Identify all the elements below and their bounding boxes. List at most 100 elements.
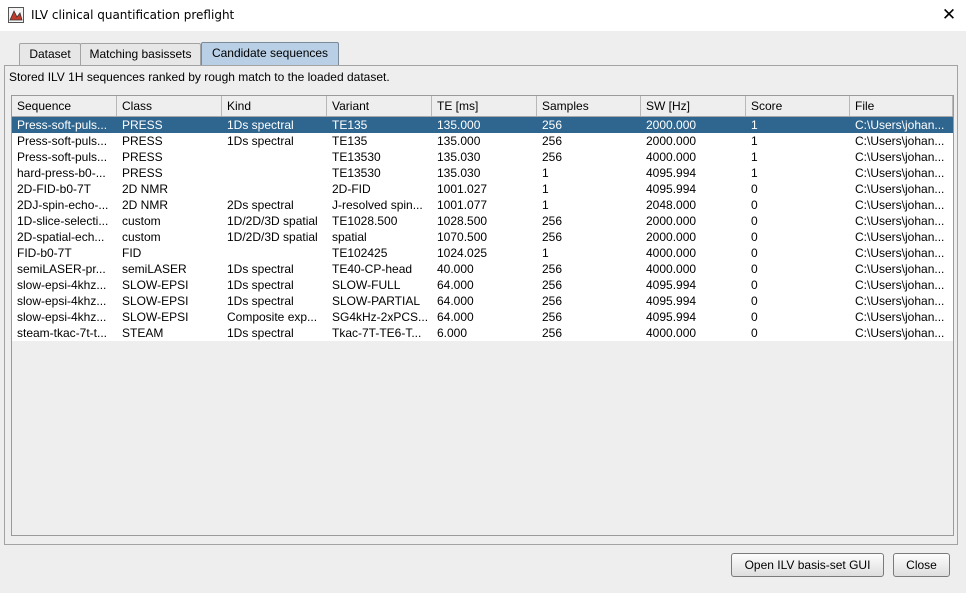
table-row[interactable]: FID-b0-7T FID TE102425 1024.025 1 4000.000 0 C:… xyxy=(12,245,953,261)
table-cell: SLOW-EPSI xyxy=(122,278,189,292)
table-cell: 256 xyxy=(542,214,563,228)
table-row[interactable]: slow-epsi-4khz... SLOW-EPSI Composite exp.… xyxy=(12,309,953,325)
column-header-sw-hz[interactable]: SW [Hz] xyxy=(641,96,746,116)
table-cell: 64.000 xyxy=(437,278,474,292)
table-cell: FID-b0-7T xyxy=(17,246,72,260)
table-cell: C:\Users\johan... xyxy=(855,230,945,244)
table-cell: C:\Users\johan... xyxy=(855,246,945,260)
table-cell: 4000.000 xyxy=(646,246,697,260)
table-cell: 256 xyxy=(542,118,563,132)
table-cell: 4095.994 xyxy=(646,294,697,308)
table-cell: 1 xyxy=(751,134,758,148)
table-cell: slow-epsi-4khz... xyxy=(17,278,107,292)
table-cell: 256 xyxy=(542,262,563,276)
table-row[interactable]: Press-soft-puls... PRESS 1Ds spectral TE135… xyxy=(12,133,953,149)
table-cell: PRESS xyxy=(122,166,163,180)
table-cell: 1024.025 xyxy=(437,246,488,260)
table-cell: 2D-FID-b0-7T xyxy=(17,182,92,196)
table-cell: TE135 xyxy=(332,134,368,148)
column-header-score[interactable]: Score xyxy=(746,96,850,116)
table-cell: PRESS xyxy=(122,150,163,164)
table-cell: 0 xyxy=(751,214,758,228)
close-button[interactable]: Close xyxy=(893,553,950,577)
tab-candidate-sequences[interactable]: Candidate sequences xyxy=(201,42,339,65)
column-header-te-ms[interactable]: TE [ms] xyxy=(432,96,537,116)
table-cell: 135.030 xyxy=(437,150,481,164)
table-cell: 64.000 xyxy=(437,294,474,308)
table-cell: 2000.000 xyxy=(646,134,697,148)
table-cell: 2048.000 xyxy=(646,198,697,212)
table-cell: 4000.000 xyxy=(646,262,697,276)
table-cell: semiLASER xyxy=(122,262,187,276)
table-cell: 2000.000 xyxy=(646,118,697,132)
table-cell: 1Ds spectral xyxy=(227,326,294,340)
table-cell: 1028.500 xyxy=(437,214,488,228)
table-row[interactable]: slow-epsi-4khz... SLOW-EPSI 1Ds spectral SL… xyxy=(12,277,953,293)
table-row[interactable]: 2D-FID-b0-7T 2D NMR 2D-FID 1001.027 1 4095.99… xyxy=(12,181,953,197)
table-cell: hard-press-b0-... xyxy=(17,166,106,180)
table-cell: 256 xyxy=(542,310,563,324)
table-cell: 0 xyxy=(751,198,758,212)
table-cell: 256 xyxy=(542,134,563,148)
open-ilv-basis-set-gui-button[interactable]: Open ILV basis-set GUI xyxy=(731,553,884,577)
table-cell xyxy=(222,149,327,165)
table-cell: 1 xyxy=(751,118,758,132)
table-row[interactable]: steam-tkac-7t-t... STEAM 1Ds spectral Tkac-… xyxy=(12,325,953,341)
table-row[interactable]: hard-press-b0-... PRESS TE13530 135.030 1 409… xyxy=(12,165,953,181)
table-cell: C:\Users\johan... xyxy=(855,214,945,228)
table-cell: C:\Users\johan... xyxy=(855,310,945,324)
table-cell: STEAM xyxy=(122,326,164,340)
table-cell: SLOW-EPSI xyxy=(122,294,189,308)
table-cell: 135.000 xyxy=(437,118,481,132)
table-cell: 64.000 xyxy=(437,310,474,324)
table-cell: TE135 xyxy=(332,118,368,132)
tab-matching-basissets[interactable]: Matching basissets xyxy=(80,43,201,65)
table-cell: 0 xyxy=(751,262,758,276)
close-icon[interactable]: ✕ xyxy=(937,4,961,26)
table-cell: Press-soft-puls... xyxy=(17,118,108,132)
table-cell: J-resolved spin... xyxy=(332,198,423,212)
table-cell: 4095.994 xyxy=(646,310,697,324)
column-header-kind[interactable]: Kind xyxy=(222,96,327,116)
table-row[interactable]: semiLASER-pr... semiLASER 1Ds spectral TE40… xyxy=(12,261,953,277)
table-cell: 135.030 xyxy=(437,166,481,180)
column-header-file[interactable]: File xyxy=(850,96,953,116)
table-row[interactable]: 1D-slice-selecti... custom 1D/2D/3D spatia… xyxy=(12,213,953,229)
table-row[interactable]: Press-soft-puls... PRESS 1Ds spectral TE135… xyxy=(12,117,953,133)
table-cell: slow-epsi-4khz... xyxy=(17,294,107,308)
table-row[interactable]: slow-epsi-4khz... SLOW-EPSI 1Ds spectral SL… xyxy=(12,293,953,309)
table-cell: C:\Users\johan... xyxy=(855,326,945,340)
description-label: Stored ILV 1H sequences ranked by rough … xyxy=(9,70,390,84)
table-cell: 2000.000 xyxy=(646,214,697,228)
table-cell: TE1028.500 xyxy=(332,214,398,228)
table-row[interactable]: Press-soft-puls... PRESS TE13530 135.030 256… xyxy=(12,149,953,165)
table-cell: 1 xyxy=(751,150,758,164)
table-cell xyxy=(222,165,327,181)
table-cell: 2D NMR xyxy=(122,198,169,212)
column-header-sequence[interactable]: Sequence xyxy=(12,96,117,116)
table-row[interactable]: 2D-spatial-ech... custom 1D/2D/3D spatial s… xyxy=(12,229,953,245)
table-cell: 0 xyxy=(751,310,758,324)
table-cell: C:\Users\johan... xyxy=(855,118,945,132)
table-cell: C:\Users\johan... xyxy=(855,166,945,180)
table-cell: Press-soft-puls... xyxy=(17,150,108,164)
column-header-samples[interactable]: Samples xyxy=(537,96,641,116)
table-cell: custom xyxy=(122,214,161,228)
table-cell: 1 xyxy=(542,166,549,180)
table-cell: 256 xyxy=(542,278,563,292)
table-cell: 2000.000 xyxy=(646,230,697,244)
table-cell: 2Ds spectral xyxy=(227,198,294,212)
table-cell: C:\Users\johan... xyxy=(855,134,945,148)
table-cell: 0 xyxy=(751,326,758,340)
table-cell: C:\Users\johan... xyxy=(855,182,945,196)
table-cell: C:\Users\johan... xyxy=(855,198,945,212)
table-cell: SLOW-PARTIAL xyxy=(332,294,421,308)
column-header-variant[interactable]: Variant xyxy=(327,96,432,116)
column-header-class[interactable]: Class xyxy=(117,96,222,116)
table-row[interactable]: 2DJ-spin-echo-... 2D NMR 2Ds spectral J-res… xyxy=(12,197,953,213)
table-cell: 40.000 xyxy=(437,262,474,276)
tab-dataset[interactable]: Dataset xyxy=(19,43,81,65)
table-cell: 256 xyxy=(542,150,563,164)
table-cell: 4095.994 xyxy=(646,166,697,180)
window-body: Dataset Matching basissets Candidate seque… xyxy=(0,31,966,593)
